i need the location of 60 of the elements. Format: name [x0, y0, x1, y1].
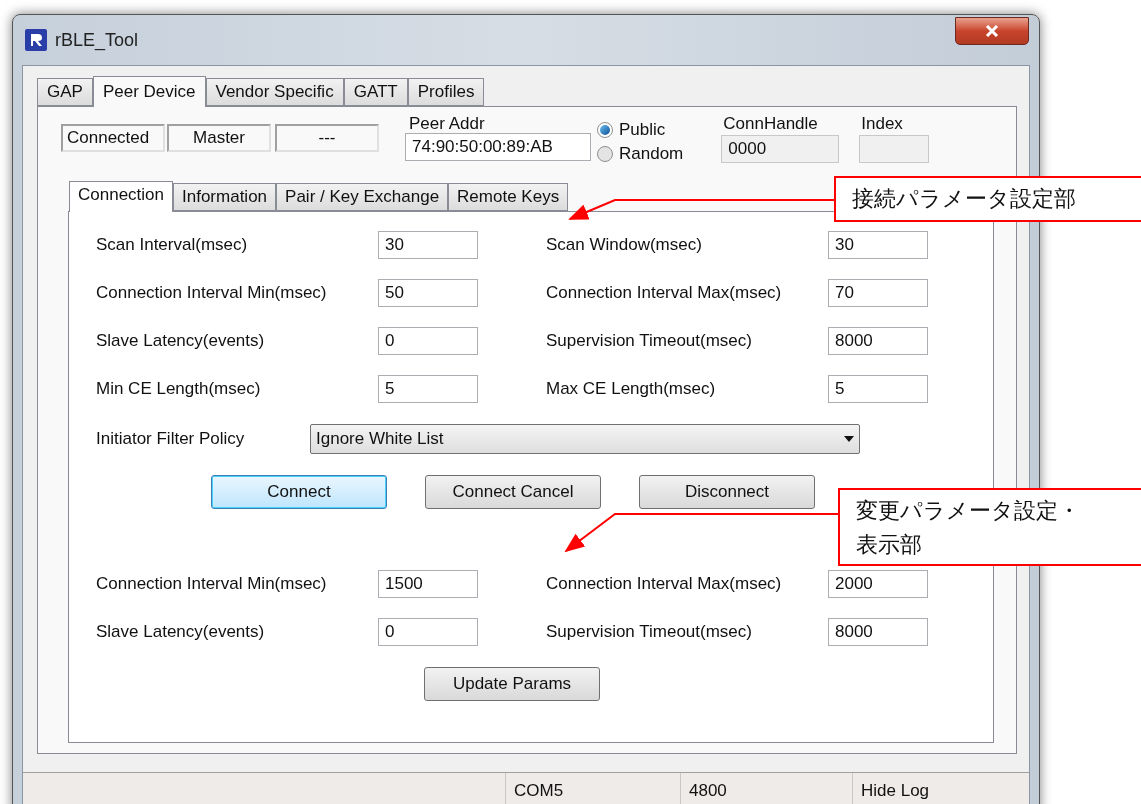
input-field[interactable]: 8000: [828, 618, 928, 646]
field-label: Supervision Timeout(msec): [546, 621, 753, 644]
tab[interactable]: Profiles: [407, 78, 485, 106]
tab[interactable]: Vendor Specific: [205, 78, 344, 106]
input-field[interactable]: 1500: [378, 570, 478, 598]
callout-label: 接続パラメータ設定部: [834, 176, 1141, 222]
push-button[interactable]: Update Params: [424, 667, 600, 701]
status-text: Hide Log: [852, 773, 1029, 804]
push-button[interactable]: Disconnect: [639, 475, 815, 509]
field-label: Peer Addr: [409, 113, 486, 133]
close-button[interactable]: [955, 17, 1029, 45]
push-button[interactable]: Connect: [211, 475, 387, 509]
field-label: Connection Interval Max(msec): [546, 282, 783, 305]
app-logo-icon: [25, 29, 47, 51]
input-field: 0000: [721, 135, 840, 163]
input-field[interactable]: 2000: [828, 570, 928, 598]
input-field[interactable]: 5: [378, 375, 478, 403]
input-field: [859, 135, 930, 163]
input-field[interactable]: 30: [828, 231, 928, 259]
field-label: ConnHandle: [723, 113, 819, 135]
field-label: Initiator Filter Policy: [96, 428, 246, 451]
input-field[interactable]: 5: [828, 375, 928, 403]
field-label: Min CE Length(msec): [96, 378, 262, 401]
dropdown-caret-icon: [844, 436, 854, 442]
field-label: Slave Latency(events): [96, 621, 266, 644]
tab[interactable]: GAP: [37, 78, 93, 106]
push-button[interactable]: Connect Cancel: [425, 475, 601, 509]
field-label: Connection Interval Min(msec): [96, 282, 328, 305]
status-field: Master: [167, 124, 271, 152]
status-text: COM5: [505, 773, 680, 804]
close-icon: [985, 25, 999, 37]
input-field[interactable]: 30: [378, 231, 478, 259]
field-label: Index: [861, 113, 904, 135]
input-field[interactable]: 50: [378, 279, 478, 307]
field-label: Scan Interval(msec): [96, 234, 249, 257]
status-field: ---: [275, 124, 379, 152]
field-label: Max CE Length(msec): [546, 378, 717, 401]
radio-option[interactable]: Public: [597, 119, 684, 141]
dropdown[interactable]: Ignore White List: [310, 424, 860, 454]
field-label: Slave Latency(events): [96, 330, 266, 353]
input-field[interactable]: 0: [378, 327, 478, 355]
field-label: Scan Window(msec): [546, 234, 703, 257]
tab[interactable]: Connection: [69, 181, 173, 212]
input-field[interactable]: 8000: [828, 327, 928, 355]
input-field[interactable]: 74:90:50:00:89:AB: [405, 133, 591, 161]
status-field: Connected: [61, 124, 165, 152]
tab[interactable]: Information: [173, 183, 277, 211]
field-label: Connection Interval Min(msec): [96, 573, 328, 596]
field-label: Supervision Timeout(msec): [546, 330, 753, 353]
callout-label: 変更パラメータ設定・ 表示部: [838, 488, 1141, 566]
tab[interactable]: Pair / Key Exchange: [276, 183, 449, 211]
window-title: rBLE_Tool: [55, 28, 139, 53]
input-field[interactable]: 0: [378, 618, 478, 646]
status-text: 4800: [680, 773, 852, 804]
radio-option[interactable]: Random: [597, 143, 684, 165]
field-label: Connection Interval Max(msec): [546, 573, 783, 596]
tab[interactable]: GATT: [343, 78, 408, 106]
input-field[interactable]: 70: [828, 279, 928, 307]
tab[interactable]: Peer Device: [92, 76, 206, 107]
tab[interactable]: Remote Keys: [448, 183, 569, 211]
